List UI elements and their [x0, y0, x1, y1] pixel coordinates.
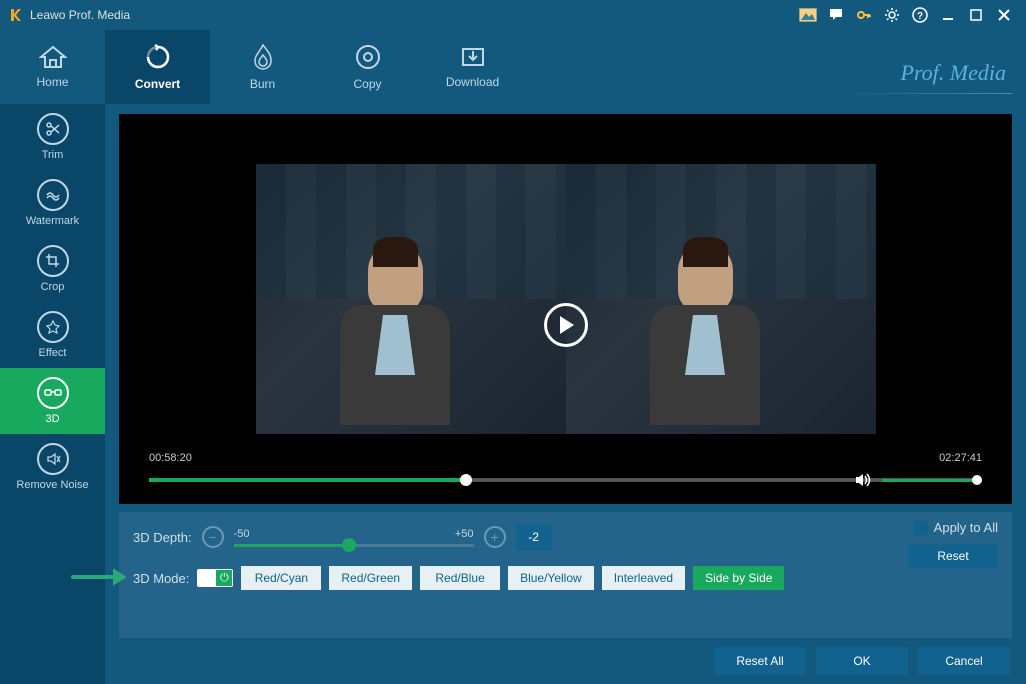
dialog-footer: Reset All OK Cancel — [105, 638, 1026, 684]
sidebar-label: Trim — [42, 149, 64, 161]
apply-all-checkbox[interactable] — [914, 521, 928, 535]
tab-label: Download — [446, 75, 499, 89]
mode-blue-yellow[interactable]: Blue/Yellow — [508, 566, 594, 590]
brand-underline — [832, 93, 1012, 94]
sidebar-item-trim[interactable]: Trim — [0, 104, 105, 170]
maximize-icon[interactable] — [966, 5, 986, 25]
volume-icon[interactable] — [854, 472, 872, 488]
sidebar-label: Watermark — [26, 215, 79, 227]
depth-max-label: +50 — [455, 528, 474, 540]
burn-icon — [251, 43, 275, 71]
depth-min-label: -50 — [234, 528, 250, 540]
app-title: Leawo Prof. Media — [30, 8, 130, 22]
scissors-icon — [37, 113, 69, 145]
copy-icon — [354, 43, 382, 71]
sidebar-label: Effect — [39, 347, 67, 359]
remove-noise-icon — [37, 443, 69, 475]
sidebar-label: 3D — [45, 413, 59, 425]
titlebar: Leawo Prof. Media ? — [0, 0, 1026, 30]
sidebar-item-effect[interactable]: Effect — [0, 302, 105, 368]
sidebar-item-crop[interactable]: Crop — [0, 236, 105, 302]
svg-text:?: ? — [917, 11, 923, 22]
sidebar-item-3d[interactable]: 3D — [0, 368, 105, 434]
video-preview: 00:58:20 02:27:41 — [119, 114, 1012, 504]
convert-icon — [144, 43, 172, 71]
chat-icon[interactable] — [826, 5, 846, 25]
key-icon[interactable] — [854, 5, 874, 25]
mode-red-blue[interactable]: Red/Blue — [420, 566, 500, 590]
edit-sidebar: Trim Watermark Crop Effect 3D Remove Noi… — [0, 104, 105, 684]
tab-download[interactable]: Download — [420, 30, 525, 104]
sidebar-item-watermark[interactable]: Watermark — [0, 170, 105, 236]
tab-convert[interactable]: Convert — [105, 30, 210, 104]
tab-copy[interactable]: Copy — [315, 30, 420, 104]
tab-home[interactable]: Home — [0, 30, 105, 104]
brand-text: Prof. Media — [901, 60, 1007, 86]
depth-decrease-button[interactable]: − — [202, 526, 224, 548]
close-icon[interactable] — [994, 5, 1014, 25]
tab-label: Home — [36, 75, 68, 89]
gear-icon[interactable] — [882, 5, 902, 25]
reset-button[interactable]: Reset — [908, 544, 998, 568]
home-icon — [39, 45, 67, 69]
ok-button[interactable]: OK — [816, 647, 908, 675]
tab-label: Copy — [353, 77, 381, 91]
sidebar-label: Remove Noise — [16, 479, 88, 491]
tab-burn[interactable]: Burn — [210, 30, 315, 104]
mode-interleaved[interactable]: Interleaved — [602, 566, 685, 590]
video-frame-right — [566, 164, 876, 434]
minimize-icon[interactable] — [938, 5, 958, 25]
effect-icon — [37, 311, 69, 343]
cancel-button[interactable]: Cancel — [918, 647, 1010, 675]
3d-glasses-icon — [37, 377, 69, 409]
depth-value: -2 — [516, 524, 552, 550]
current-time: 00:58:20 — [149, 452, 192, 464]
crop-icon — [37, 245, 69, 277]
depth-slider[interactable]: -50 +50 — [234, 528, 474, 547]
sidebar-item-remove-noise[interactable]: Remove Noise — [0, 434, 105, 500]
image-icon[interactable] — [798, 5, 818, 25]
main-toolbar: Home Convert Burn Copy Download Prof. Me… — [0, 30, 1026, 104]
mode-label: 3D Mode: — [133, 571, 189, 586]
sidebar-label: Crop — [41, 281, 65, 293]
app-logo-icon — [8, 7, 24, 23]
mode-red-green[interactable]: Red/Green — [329, 566, 412, 590]
reset-all-button[interactable]: Reset All — [714, 647, 806, 675]
mode-side-by-side[interactable]: Side by Side — [693, 566, 784, 590]
volume-slider[interactable] — [882, 479, 982, 482]
play-icon — [560, 316, 574, 334]
tab-label: Burn — [250, 77, 275, 91]
apply-all-label: Apply to All — [934, 520, 998, 535]
depth-increase-button[interactable]: + — [484, 526, 506, 548]
total-time: 02:27:41 — [939, 452, 982, 464]
pointer-arrow-icon — [71, 568, 126, 586]
video-frame-left — [256, 164, 566, 434]
play-button[interactable] — [544, 303, 588, 347]
watermark-icon — [37, 179, 69, 211]
depth-label: 3D Depth: — [133, 530, 192, 545]
mode-red-cyan[interactable]: Red/Cyan — [241, 566, 321, 590]
3d-mode-toggle[interactable]: ⏻ — [197, 569, 233, 587]
tab-label: Convert — [135, 77, 180, 91]
help-icon[interactable]: ? — [910, 5, 930, 25]
3d-controls-panel: 3D Depth: − -50 +50 + -2 3D Mode: ⏻ Red/C… — [119, 512, 1012, 638]
download-icon — [459, 45, 487, 69]
